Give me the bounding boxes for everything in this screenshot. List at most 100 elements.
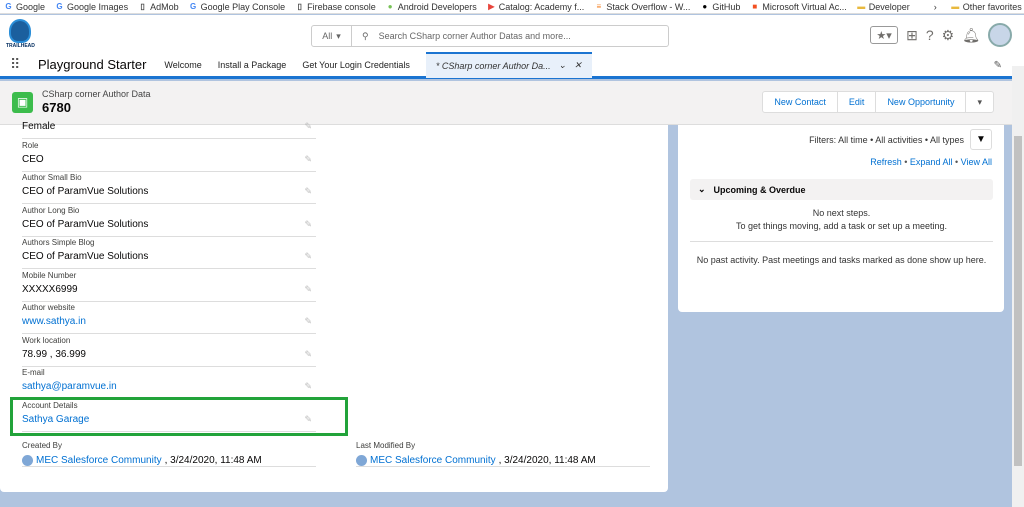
field-gender: Female ✎ [22,107,316,139]
global-header: TRAILHEAD All ▾ ⚲ Search CSharp corner Au… [0,15,1024,53]
no-next-steps-hint: To get things moving, add a task or set … [735,221,948,231]
bookmark-label: Google Images [67,1,129,12]
edit-nav-icon[interactable]: ✎ [994,60,1002,71]
bookmark-item[interactable]: ▬ Developer [857,2,910,12]
add-icon[interactable]: ⊞ [906,27,918,44]
tab-welcome[interactable]: Welcome [164,60,201,70]
bookmark-item[interactable]: G Google Play Console [189,1,286,12]
field-label: Author website [22,303,75,312]
caret-down-icon: ▾ [977,96,982,107]
user-link[interactable]: MEC Salesforce Community [370,455,496,466]
field-label: Role [22,140,39,150]
expand-all-link[interactable]: Expand All [910,157,953,167]
folder-icon: ▬ [951,2,960,11]
tab-login-credentials[interactable]: Get Your Login Credentials [302,60,410,70]
edit-button[interactable]: Edit [838,92,877,112]
star-icon: ★▾ [876,29,892,42]
bookmark-item[interactable]: ≡ Stack Overflow - W... [594,2,690,12]
bookmark-item[interactable]: ▯ AdMob [138,2,178,12]
tab-install-package[interactable]: Install a Package [218,60,287,70]
pencil-icon[interactable]: ✎ [304,251,312,262]
refresh-link[interactable]: Refresh [870,157,902,167]
app-launcher-icon[interactable]: ⠿ [10,57,24,71]
chevron-down-icon[interactable]: ⌄ [559,60,567,71]
github-icon: ● [702,2,708,11]
bookmark-item[interactable]: ▯ Firebase console [295,2,375,12]
details-card: Female ✎ Role CEO ✎ Author Small Bio CEO of Pa… [0,121,668,492]
global-search[interactable]: All ▾ ⚲ Search CSharp corner Author Datas… [311,25,669,47]
pencil-icon[interactable]: ✎ [304,316,312,327]
field-label: Mobile Number [22,270,77,280]
field-role: Role CEO ✎ [22,140,316,172]
field-label: Author Long Bio [22,205,80,215]
created-label: Created By [22,441,63,450]
chevron-right-icon[interactable]: › [934,2,937,12]
field-author-long-bio: Author Long Bio CEO of ParamVue Solutions… [22,205,316,237]
field-value[interactable]: sathya@paramvue.in [22,381,117,392]
field-value: 78.99 , 36.999 [22,348,86,360]
gear-icon[interactable]: ⚙ [942,27,955,44]
bookmark-label: Catalog: Academy f... [498,1,585,12]
pencil-icon[interactable]: ✎ [304,121,312,132]
bookmark-label: Google Play Console [200,1,286,12]
bookmark-item[interactable]: ■ Microsoft Virtual Ac... [750,2,846,12]
field-label: E-mail [22,368,45,377]
created-by: Created By MEC Salesforce Community, 3/24… [22,441,316,467]
upcoming-overdue-section[interactable]: ⌄ Upcoming & Overdue [690,179,993,200]
highlight-box [10,397,348,436]
field-value[interactable]: www.sathya.in [22,316,86,327]
pencil-icon[interactable]: ✎ [304,381,312,392]
bookmark-item[interactable]: G Google Images [55,2,128,12]
user-icon [356,455,367,466]
avatar[interactable] [988,23,1012,47]
user-icon [22,455,33,466]
field-value: CEO [22,153,44,165]
new-contact-button[interactable]: New Contact [763,92,838,112]
help-icon[interactable]: ? [926,27,934,43]
google-icon: G [5,2,12,11]
more-actions-button[interactable]: ▾ [966,92,993,112]
nav-bar: ⠿ Playground Starter Welcome Install a P… [0,51,1024,79]
bookmark-item[interactable]: ▶ Catalog: Academy f... [487,1,585,12]
bookmark-label: Microsoft Virtual Ac... [762,1,847,12]
search-scope-dropdown[interactable]: All ▾ [312,26,352,46]
bookmark-item[interactable]: ● GitHub [700,2,740,12]
search-input[interactable]: Search CSharp corner Author Datas and mo… [379,31,571,41]
close-icon[interactable]: ✕ [574,60,582,71]
no-next-steps: No next steps. [812,208,871,218]
stackoverflow-icon: ≡ [596,2,602,11]
new-opportunity-button[interactable]: New Opportunity [876,92,967,112]
microsoft-icon: ■ [752,2,758,11]
scrollbar[interactable] [1012,66,1024,507]
user-link[interactable]: MEC Salesforce Community [36,455,162,466]
page-icon: ▯ [140,2,145,11]
activity-filters: Filters: All time • All activities • All… [809,135,964,145]
field-value: CEO of ParamVue Solutions [22,218,149,230]
view-all-link[interactable]: View All [961,157,992,167]
google-icon: G [56,2,63,11]
play-icon: ▶ [488,2,495,11]
modified-by: Last Modified By MEC Salesforce Community… [356,441,650,467]
bookmarks-bar: G Google G Google Images ▯ AdMob G Google Play … [0,0,1024,14]
scrollbar-thumb[interactable] [1014,136,1022,466]
pencil-icon[interactable]: ✎ [304,219,312,230]
google-icon: G [189,2,197,11]
field-value: CEO of ParamVue Solutions [22,251,149,262]
pencil-icon[interactable]: ✎ [304,186,312,197]
favorites-button[interactable]: ★▾ [870,26,899,44]
activity-card: Filters: All time • All activities • All… [678,125,1004,312]
bookmark-item[interactable]: G Google [4,2,45,12]
trailhead-logo[interactable]: TRAILHEAD [6,19,35,49]
field-label: Author Small Bio [22,173,82,182]
tab-active-record[interactable]: * CSharp corner Author Da... ⌄ ✕ [425,51,592,78]
chevron-down-icon: ⌄ [698,184,706,194]
pencil-icon[interactable]: ✎ [304,154,312,165]
pencil-icon[interactable]: ✎ [304,284,312,295]
other-favorites[interactable]: ▬ Other favorites [951,2,1022,12]
bookmark-item[interactable]: ● Android Developers [386,2,477,12]
bell-icon[interactable]: 🔔︎ [962,27,980,44]
bookmark-label: Google [16,1,46,12]
field-value: XXXXX6999 [22,283,78,295]
filter-button[interactable]: ▼ [970,129,992,150]
pencil-icon[interactable]: ✎ [304,349,312,360]
